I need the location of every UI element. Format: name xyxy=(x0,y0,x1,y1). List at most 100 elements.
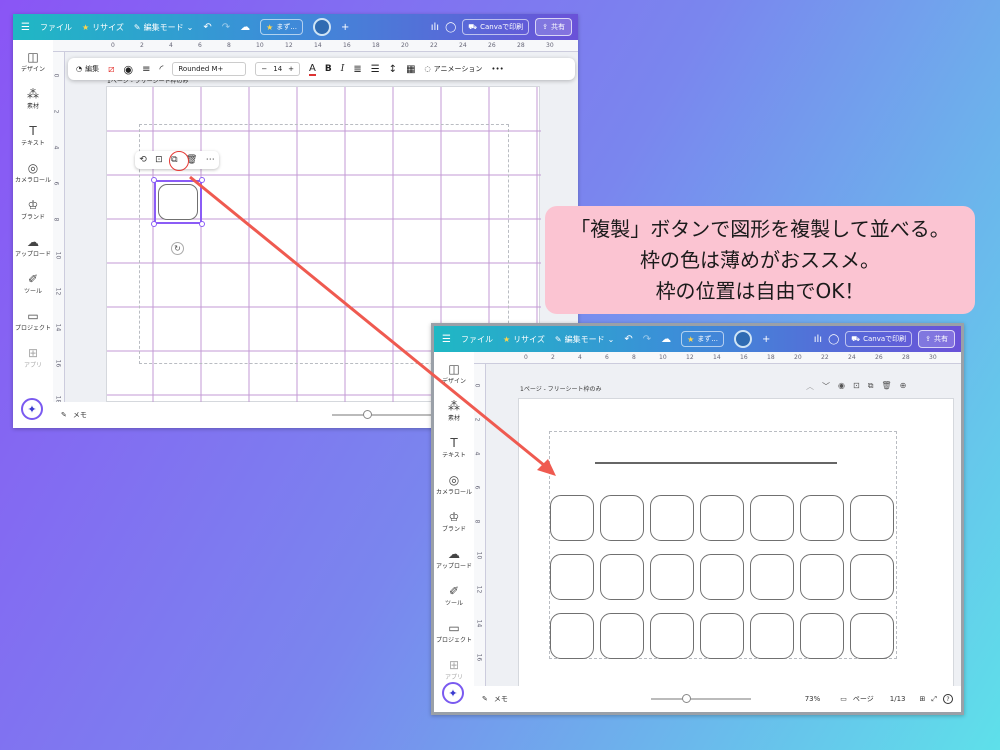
rounded-square-shape[interactable] xyxy=(800,495,844,541)
help-button[interactable]: ? xyxy=(943,694,953,704)
bold-button[interactable]: B xyxy=(325,64,332,74)
add-collaborator-icon[interactable]: + xyxy=(341,22,349,33)
transparency-icon[interactable]: ▦ xyxy=(406,64,415,75)
rounded-square-shape[interactable] xyxy=(850,554,894,600)
project-name-button[interactable]: ★ まず... xyxy=(681,331,724,347)
sidebar-item-projects[interactable]: ▭ プロジェクト xyxy=(15,309,51,332)
sidebar-item-apps[interactable]: ⊞ アプリ xyxy=(24,346,42,369)
replace-icon[interactable]: ⟲ xyxy=(139,155,147,165)
resize-handle[interactable] xyxy=(199,221,205,227)
sidebar-item-brand[interactable]: ♔ ブランド xyxy=(442,510,466,533)
rounded-square-shape[interactable] xyxy=(800,613,844,659)
insights-icon[interactable]: ılı xyxy=(431,22,439,33)
undo-icon[interactable]: ↶ xyxy=(203,22,211,33)
sidebar-item-elements[interactable]: ⁂ 素材 xyxy=(27,87,39,110)
list-icon[interactable]: ☰ xyxy=(371,64,380,75)
fill-color-icon[interactable]: ⧄ xyxy=(108,64,114,75)
border-weight-icon[interactable]: ≡ xyxy=(142,64,150,75)
notes-button[interactable]: メモ xyxy=(494,694,508,704)
sidebar-item-camera-roll[interactable]: ◎ カメラロール xyxy=(436,473,472,496)
zoom-slider[interactable] xyxy=(650,694,751,703)
rounded-square-shape[interactable] xyxy=(850,495,894,541)
rounded-square-shape[interactable] xyxy=(700,495,744,541)
zoom-slider[interactable] xyxy=(332,410,433,419)
avatar[interactable] xyxy=(733,330,752,348)
edit-mode-dropdown[interactable]: ✎ 編集モード ⌄ xyxy=(555,334,614,345)
sidebar-item-design[interactable]: ◫ デザイン xyxy=(442,362,466,385)
insights-icon[interactable]: ılı xyxy=(814,334,822,345)
sidebar-item-projects[interactable]: ▭ プロジェクト xyxy=(436,621,472,644)
border-style-icon[interactable]: ◉ xyxy=(123,63,133,76)
edit-button[interactable]: ◔ 編集 xyxy=(76,64,99,74)
undo-icon[interactable]: ↶ xyxy=(624,334,632,345)
fullscreen-icon[interactable]: ⤢ xyxy=(931,695,937,704)
increase-size-button[interactable]: + xyxy=(288,65,294,73)
sidebar-item-brand[interactable]: ♔ ブランド xyxy=(21,198,45,221)
rounded-square-shape[interactable] xyxy=(550,613,594,659)
rounded-square-shape[interactable] xyxy=(600,613,644,659)
eye-icon[interactable]: ◉ xyxy=(838,381,845,392)
chevron-down-icon[interactable]: ﹀ xyxy=(822,381,830,392)
rounded-square-shape[interactable] xyxy=(750,613,794,659)
lock-icon[interactable]: ⊡ xyxy=(853,381,860,392)
resize-handle[interactable] xyxy=(199,177,205,183)
redo-icon[interactable]: ↷ xyxy=(643,334,651,345)
resize-button[interactable]: ★ リサイズ xyxy=(503,334,545,345)
spacing-icon[interactable]: ↕ xyxy=(389,64,397,75)
rounded-square-shape[interactable] xyxy=(750,495,794,541)
rounded-square-shape[interactable] xyxy=(650,613,694,659)
sidebar-item-tools[interactable]: ✐ ツール xyxy=(24,272,42,295)
rotate-handle[interactable]: ↻ xyxy=(171,242,184,255)
add-page-icon[interactable]: ⊕ xyxy=(900,381,907,392)
edit-mode-dropdown[interactable]: ✎ 編集モード ⌄ xyxy=(134,22,193,33)
canvas-page[interactable] xyxy=(518,398,954,690)
trash-icon[interactable]: 🗑 xyxy=(881,381,891,392)
resize-button[interactable]: ★ リサイズ xyxy=(82,22,124,33)
sidebar-item-text[interactable]: T テキスト xyxy=(442,436,466,459)
rounded-square-shape[interactable] xyxy=(850,613,894,659)
text-color-icon[interactable]: A xyxy=(309,63,316,76)
font-size-value[interactable]: 14 xyxy=(273,65,282,73)
share-button[interactable]: ⇪ 共有 xyxy=(918,330,955,348)
sidebar-item-elements[interactable]: ⁂ 素材 xyxy=(448,399,460,422)
rounded-square-shape[interactable] xyxy=(700,554,744,600)
print-button[interactable]: ⛟ Canvaで印刷 xyxy=(845,331,913,347)
more-icon[interactable]: ⋯ xyxy=(206,155,215,165)
sidebar-item-upload[interactable]: ☁ アップロード xyxy=(436,547,472,570)
rounded-square-shape[interactable] xyxy=(600,495,644,541)
zoom-slider-knob[interactable] xyxy=(681,694,691,703)
page-count[interactable]: 1/13 xyxy=(890,695,906,703)
redo-icon[interactable]: ↷ xyxy=(222,22,230,33)
title-line[interactable] xyxy=(595,462,837,464)
project-name-button[interactable]: ★ まず... xyxy=(260,19,303,35)
zoom-slider-knob[interactable] xyxy=(363,410,373,419)
sidebar-item-design[interactable]: ◫ デザイン xyxy=(21,50,45,73)
rounded-square-shape[interactable] xyxy=(600,554,644,600)
rounded-square-shape[interactable] xyxy=(550,495,594,541)
rounded-square-shape[interactable] xyxy=(650,495,694,541)
decrease-size-button[interactable]: − xyxy=(261,65,267,73)
rounded-square-shape[interactable] xyxy=(158,184,198,220)
rounded-square-shape[interactable] xyxy=(800,554,844,600)
file-menu[interactable]: ファイル xyxy=(40,22,72,33)
comment-icon[interactable]: ◯ xyxy=(828,334,839,345)
menu-icon[interactable]: ☰ xyxy=(21,22,30,33)
share-button[interactable]: ⇪ 共有 xyxy=(535,18,572,36)
more-options-button[interactable]: ••• xyxy=(491,65,503,73)
rounded-square-shape[interactable] xyxy=(700,613,744,659)
resize-handle[interactable] xyxy=(151,177,157,183)
magic-assistant-button[interactable]: ✦ xyxy=(442,682,464,704)
font-size-stepper[interactable]: − 14 + xyxy=(255,62,301,76)
grid-view-icon[interactable]: ⊞ xyxy=(920,695,926,703)
sidebar-item-text[interactable]: T テキスト xyxy=(21,124,45,147)
sidebar-item-tools[interactable]: ✐ ツール xyxy=(445,584,463,607)
pages-button[interactable]: ページ xyxy=(853,694,874,704)
notes-icon[interactable]: ✎ xyxy=(61,411,67,419)
font-dropdown[interactable]: Rounded M+ xyxy=(172,62,247,76)
zoom-value[interactable]: 73% xyxy=(805,695,821,703)
sidebar-item-apps[interactable]: ⊞ アプリ xyxy=(445,658,463,681)
notes-button[interactable]: メモ xyxy=(73,410,87,420)
duplicate-page-icon[interactable]: ⧉ xyxy=(868,381,874,392)
sidebar-item-upload[interactable]: ☁ アップロード xyxy=(15,235,51,258)
chevron-up-icon[interactable]: ︿ xyxy=(806,381,814,392)
